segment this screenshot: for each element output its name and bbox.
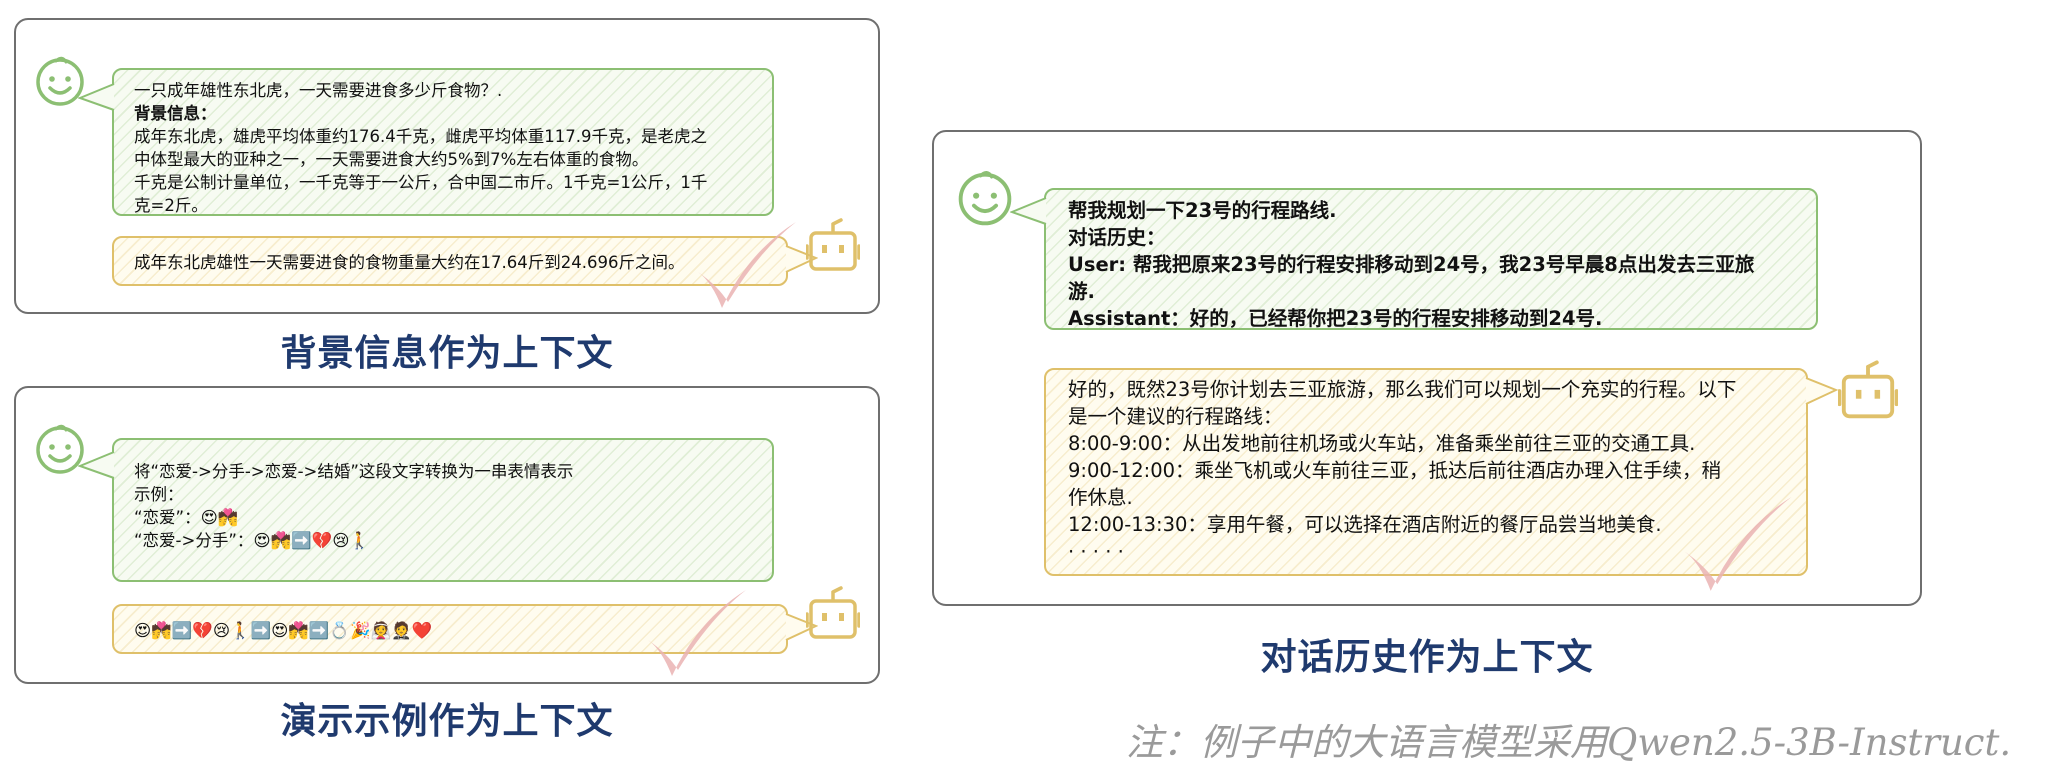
bot-response-line: · · · · · xyxy=(1068,540,1124,563)
robot-icon xyxy=(1838,360,1898,419)
footnote: 注：例子中的大语言模型采用Qwen2.5-3B-Instruct. xyxy=(1126,721,2012,764)
user-message-line: 游. xyxy=(1068,280,1095,303)
bot-response-text: 😍💏➡️💔😢🚶➡️😍💏➡️💍🎉👰🤵❤️ xyxy=(134,621,433,640)
bot-response-line: 9:00-12:00：乘坐飞机或火车前往三亚，抵达后前往酒店办理入住手续，稍 xyxy=(1068,459,1722,482)
user-message-bubble: 帮我规划一下23号的行程路线. 对话历史： User: 帮我把原来23号的行程安… xyxy=(1044,188,1818,330)
user-message-line: 中体型最大的亚种之一，一天需要进食大约5%到7%左右体重的食物。 xyxy=(134,150,649,169)
speech-tail xyxy=(1010,197,1047,225)
user-message-line: Assistant：好的，已经帮你把23号的行程安排移动到24号. xyxy=(1068,307,1603,330)
bot-response-line: 好的，既然23号你计划去三亚旅游，那么我们可以规划一个充实的行程。以下 xyxy=(1068,378,1737,401)
speech-tail xyxy=(78,83,115,111)
speech-tail xyxy=(1805,377,1838,405)
user-message-line: 千克是公制计量单位，一千克等于一公斤，合中国二市斤。1千克=1公斤，1千 xyxy=(134,173,708,192)
bot-response-line: 12:00-13:30：享用午餐，可以选择在酒店附近的餐厅品尝当地美食. xyxy=(1068,513,1662,536)
user-message-bubble: 一只成年雄性东北虎，一天需要进食多少斤食物？. 背景信息： 成年东北虎，雄虎平均… xyxy=(112,68,774,216)
bot-response-bubble: 成年东北虎雄性一天需要进食的食物重量大约在17.64斤到24.696斤之间。 xyxy=(112,236,788,286)
user-message-line: 帮我规划一下23号的行程路线. xyxy=(1068,199,1337,222)
user-message-line: 一只成年雄性东北虎，一天需要进食多少斤食物？. xyxy=(134,81,503,100)
user-message-line: 示例： xyxy=(134,485,184,504)
panel-demonstration: 将“恋爱->分手->恋爱->结婚”这段文字转换为一串表情表示 示例： “恋爱”：… xyxy=(14,386,880,684)
speech-tail xyxy=(78,451,115,479)
user-message-bubble: 将“恋爱->分手->恋爱->结婚”这段文字转换为一串表情表示 示例： “恋爱”：… xyxy=(112,438,774,582)
user-message-line: 成年东北虎，雄虎平均体重约176.4千克，雌虎平均体重117.9千克，是老虎之 xyxy=(134,127,707,146)
panel-title-demonstration: 演示示例作为上下文 xyxy=(280,701,614,742)
robot-icon xyxy=(806,218,860,271)
panel-title-dialog-history: 对话历史作为上下文 xyxy=(1260,637,1594,678)
panel-dialog-history: 帮我规划一下23号的行程路线. 对话历史： User: 帮我把原来23号的行程安… xyxy=(932,130,1922,606)
bot-response-bubble: 😍💏➡️💔😢🚶➡️😍💏➡️💍🎉👰🤵❤️ xyxy=(112,604,788,654)
panel-background-info: 一只成年雄性东北虎，一天需要进食多少斤食物？. 背景信息： 成年东北虎，雄虎平均… xyxy=(14,18,880,314)
bot-response-line: 作休息. xyxy=(1068,486,1133,509)
user-message-line: 对话历史： xyxy=(1068,226,1166,249)
smiley-face-icon xyxy=(958,171,1012,226)
bot-response-text: 成年东北虎雄性一天需要进食的食物重量大约在17.64斤到24.696斤之间。 xyxy=(134,253,685,272)
user-message-line: 将“恋爱->分手->恋爱->结婚”这段文字转换为一串表情表示 xyxy=(134,462,574,481)
user-message-line: 背景信息： xyxy=(134,104,217,123)
user-message-line: 克=2斤。 xyxy=(134,196,208,215)
robot-icon xyxy=(806,586,860,639)
bot-response-bubble: 好的，既然23号你计划去三亚旅游，那么我们可以规划一个充实的行程。以下 是一个建… xyxy=(1044,368,1808,576)
panel-title-background: 背景信息作为上下文 xyxy=(280,333,614,374)
bot-response-line: 是一个建议的行程路线： xyxy=(1068,405,1283,428)
user-message-line: “恋爱->分手”：😍💏➡️💔😢🚶 xyxy=(134,531,370,550)
user-message-line: “恋爱”：😍💏 xyxy=(134,508,239,527)
bot-response-line: 8:00-9:00：从出发地前往机场或火车站，准备乘坐前往三亚的交通工具. xyxy=(1068,432,1696,455)
user-message-line: User: 帮我把原来23号的行程安排移动到24号，我23号早晨8点出发去三亚旅 xyxy=(1068,253,1755,276)
